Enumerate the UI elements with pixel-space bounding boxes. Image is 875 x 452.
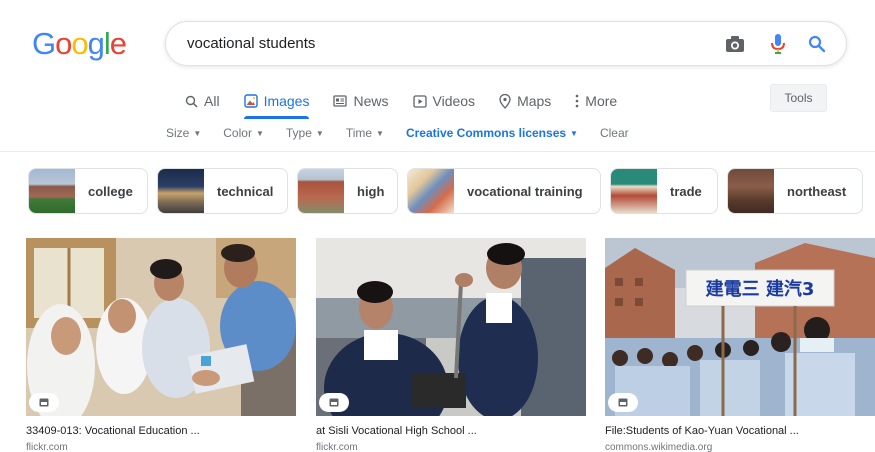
caret-down-icon: ▼: [376, 128, 384, 138]
tab-maps[interactable]: Maps: [499, 86, 551, 116]
chip-thumbnail: [408, 169, 454, 213]
tab-videos[interactable]: Videos: [412, 86, 476, 116]
caret-down-icon: ▼: [255, 128, 264, 138]
camera-icon[interactable]: [723, 32, 747, 56]
tab-label: Videos: [432, 93, 476, 109]
image-result[interactable]: 建電三 建汽3 File:Students of Kao-Yuan Vocati…: [605, 238, 875, 452]
chip-thumbnail: [611, 169, 657, 213]
image-icon: [243, 94, 258, 108]
chip-vocational-training[interactable]: vocational training: [407, 168, 601, 214]
chip-label: trade: [670, 183, 702, 199]
filter-usage-rights[interactable]: Creative Commons licenses ▼: [406, 126, 578, 140]
more-vert-icon: [575, 94, 579, 108]
map-pin-icon: [499, 93, 511, 109]
search-icon[interactable]: [805, 32, 829, 56]
caret-down-icon: ▼: [315, 128, 324, 138]
chip-label: college: [88, 183, 133, 199]
chip-trade[interactable]: trade: [610, 168, 718, 214]
chip-thumbnail: [728, 169, 774, 213]
chip-label: high: [357, 183, 385, 199]
tab-label: All: [204, 93, 220, 109]
result-image[interactable]: [26, 238, 296, 416]
microphone-icon[interactable]: [766, 32, 790, 56]
chip-label: technical: [217, 183, 274, 199]
news-icon: [333, 95, 348, 107]
chip-thumbnail: [298, 169, 344, 213]
filter-label: Size: [166, 126, 190, 140]
image-result[interactable]: 33409-013: Vocational Education ... flic…: [26, 238, 296, 452]
search-icon: [185, 95, 198, 108]
image-type-badge: [319, 393, 349, 412]
tab-all[interactable]: All: [185, 86, 220, 116]
related-chips: college technical high vocational traini…: [28, 168, 872, 214]
search-tabs: All Images News Videos Maps More: [185, 86, 641, 119]
protest-sign-text: 建電三 建汽3: [706, 278, 815, 300]
filter-type[interactable]: Type ▼: [286, 126, 324, 140]
tab-more[interactable]: More: [575, 86, 617, 116]
result-title[interactable]: File:Students of Kao-Yuan Vocational ...: [605, 425, 875, 437]
chip-label: vocational training: [467, 183, 583, 199]
logo-letter: o: [71, 26, 88, 61]
logo-letter: G: [32, 26, 56, 61]
logo-letter: e: [109, 26, 127, 61]
tab-label: More: [585, 93, 618, 109]
filter-label: Time: [345, 126, 373, 140]
chip-technical[interactable]: technical: [157, 168, 288, 214]
result-source[interactable]: commons.wikimedia.org: [605, 442, 875, 452]
google-logo[interactable]: Google: [32, 26, 127, 62]
filter-size[interactable]: Size ▼: [166, 126, 201, 140]
filter-time[interactable]: Time ▼: [346, 126, 384, 140]
filter-label: Color: [223, 126, 252, 140]
result-source[interactable]: flickr.com: [316, 442, 586, 452]
logo-letter: g: [87, 26, 105, 61]
result-image[interactable]: [316, 238, 586, 416]
filter-label: Clear: [599, 126, 629, 140]
tools-button[interactable]: Tools: [770, 84, 827, 112]
tab-images[interactable]: Images: [243, 86, 310, 119]
caret-down-icon: ▼: [193, 128, 202, 138]
tab-news[interactable]: News: [333, 86, 389, 116]
filter-clear[interactable]: Clear: [600, 126, 629, 140]
tab-label: Maps: [517, 93, 552, 109]
logo-letter: o: [55, 26, 72, 61]
image-type-badge: [29, 393, 59, 412]
filter-label: Type: [285, 126, 312, 140]
chip-northeast[interactable]: northeast: [727, 168, 863, 214]
filter-color[interactable]: Color ▼: [223, 126, 264, 140]
result-title[interactable]: at Sisli Vocational High School ...: [316, 425, 586, 437]
result-source[interactable]: flickr.com: [26, 442, 296, 452]
chip-thumbnail: [158, 169, 204, 213]
header-divider: [0, 151, 875, 152]
chip-label: northeast: [787, 183, 847, 199]
chip-thumbnail: [29, 169, 75, 213]
tab-label: Images: [263, 93, 310, 109]
video-icon: [412, 94, 427, 108]
tab-label: News: [353, 93, 389, 109]
chip-high[interactable]: high: [297, 168, 398, 214]
image-type-badge: [608, 393, 638, 412]
filter-label: Creative Commons licenses: [405, 126, 567, 140]
filter-bar: Size ▼ Color ▼ Type ▼ Time ▼ Creative Common…: [166, 124, 651, 142]
result-title[interactable]: 33409-013: Vocational Education ...: [26, 425, 296, 437]
search-input[interactable]: vocational students: [187, 35, 315, 52]
chip-college[interactable]: college: [28, 168, 148, 214]
search-box[interactable]: vocational students: [165, 21, 847, 66]
caret-down-icon: ▼: [570, 128, 578, 138]
result-image[interactable]: 建電三 建汽3: [605, 238, 875, 416]
image-result[interactable]: at Sisli Vocational High School ... flic…: [316, 238, 586, 452]
